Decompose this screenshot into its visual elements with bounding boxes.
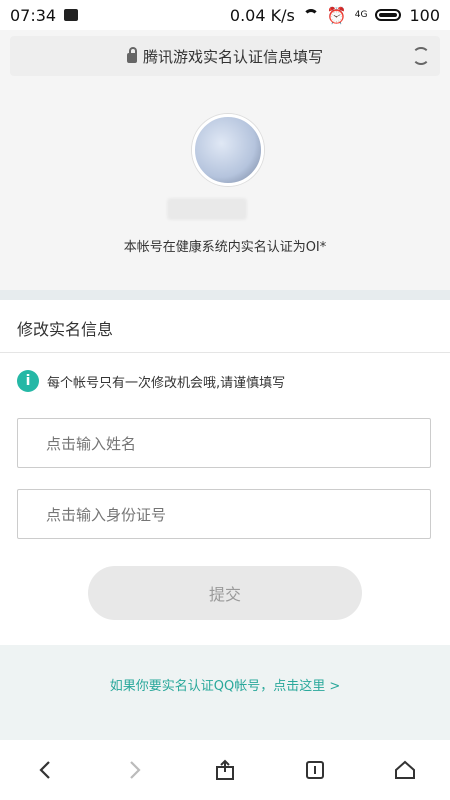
submit-button[interactable]: 提交: [88, 566, 362, 620]
lock-icon: [126, 47, 137, 63]
network-type: 4G: [354, 10, 368, 20]
alarm-icon: ⏰: [326, 5, 347, 25]
status-time: 07:34: [10, 5, 57, 25]
id-input[interactable]: [18, 490, 450, 540]
name-input-box[interactable]: [17, 418, 450, 469]
tabs-icon-svg: [306, 761, 324, 779]
id-input-box[interactable]: [17, 489, 450, 540]
notice: i 每个帐号只有一次修改机会哦,请谨慎填写: [17, 370, 285, 392]
avatar: [192, 114, 264, 186]
back-icon[interactable]: [30, 755, 60, 785]
refresh-icon[interactable]: [412, 47, 430, 65]
section-divider: [0, 290, 450, 300]
network-speed: 0.04 K/s: [229, 5, 295, 25]
home-icon[interactable]: [390, 755, 420, 785]
back-icon-svg: [39, 761, 50, 779]
page-title: 腾讯游戏实名认证信息填写: [142, 47, 323, 66]
battery-icon: [375, 9, 402, 21]
notice-text: 每个帐号只有一次修改机会哦,请谨慎填写: [47, 375, 286, 391]
share-icon[interactable]: [210, 755, 240, 785]
share-icon-svg: [216, 759, 234, 780]
profile-section: 本帐号在健康系统内实名认证为OI*: [0, 88, 450, 290]
info-icon: i: [17, 370, 39, 392]
tabs-icon[interactable]: [300, 755, 330, 785]
verification-text: 本帐号在健康系统内实名认证为OI*: [123, 240, 327, 255]
qq-auth-link[interactable]: 如果你要实名认证QQ帐号，点击这里 >: [0, 675, 450, 694]
edit-section: 修改实名信息 i 每个帐号只有一次修改机会哦,请谨慎填写 提交: [0, 300, 450, 645]
forward-icon[interactable]: [120, 755, 150, 785]
link-area: 如果你要实名认证QQ帐号，点击这里 >: [0, 645, 450, 740]
name-input[interactable]: [18, 419, 450, 469]
status-left: 07:34: [10, 5, 79, 25]
blurred-username: [167, 198, 247, 220]
forward-icon-svg: [130, 761, 141, 779]
url-bar[interactable]: 腾讯游戏实名认证信息填写: [10, 36, 440, 76]
bottom-nav: [0, 740, 450, 800]
wifi-icon: [302, 9, 319, 21]
section-title: 修改实名信息: [17, 320, 114, 339]
news-icon: [64, 9, 79, 21]
battery-level: 100: [409, 5, 440, 25]
status-right: 0.04 K/s ⏰ 4G 100: [230, 6, 440, 25]
section-line: [0, 352, 450, 353]
home-icon-svg: [395, 760, 415, 779]
status-bar: 07:34 0.04 K/s ⏰ 4G 100: [0, 0, 450, 30]
